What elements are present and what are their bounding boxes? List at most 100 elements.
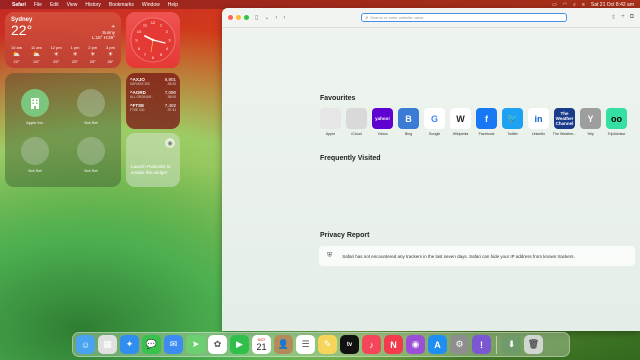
contacts-icon[interactable]: 👤 xyxy=(274,335,293,354)
calendar-icon[interactable]: OCT 21 xyxy=(252,335,271,354)
hour-temp: 26° xyxy=(107,59,114,64)
contact-slot[interactable]: Not Set xyxy=(21,137,49,173)
chevron-down-icon[interactable]: ⌄ xyxy=(264,14,269,21)
facetime-icon[interactable]: ▶ xyxy=(230,335,249,354)
menu-help[interactable]: Help xyxy=(168,2,178,8)
hour-time: 2 pm xyxy=(88,45,98,50)
safari-icon[interactable]: ✦ xyxy=(120,335,139,354)
trash-glyph: 🗑 xyxy=(527,339,540,349)
music-icon[interactable]: ♪ xyxy=(362,335,381,354)
favourite-tile-icon: G xyxy=(424,108,445,129)
minimize-window-button[interactable] xyxy=(236,15,241,20)
back-icon[interactable]: ‹ xyxy=(275,15,277,21)
favourite-item[interactable]: f Facebook xyxy=(475,108,498,136)
share-icon[interactable]: ⇧ xyxy=(611,14,616,21)
sun-icon: ☀ xyxy=(53,52,59,58)
feedback-icon[interactable]: ! xyxy=(472,335,491,354)
finder-glyph: ☺ xyxy=(80,339,91,350)
news-icon[interactable]: N xyxy=(384,335,403,354)
launchpad-icon[interactable]: ▦ xyxy=(98,335,117,354)
building-icon xyxy=(21,89,49,117)
contact-slot[interactable]: Not Set xyxy=(77,137,105,173)
favourite-item[interactable]: 🐦 Twitter xyxy=(501,108,524,136)
maps-icon[interactable]: ➤ xyxy=(186,335,205,354)
weather-widget[interactable]: Sydney 22° ☀ Sunny L:16° H:26° 10 am ⛅ 2… xyxy=(5,12,121,68)
favourite-label: TripAdvisor xyxy=(607,132,626,136)
favourite-item[interactable]: G Google xyxy=(423,108,446,136)
favourite-item[interactable]: oo TripAdvisor xyxy=(605,108,628,136)
favourite-tile-icon xyxy=(320,108,341,129)
battery-icon[interactable]: ▭ xyxy=(552,2,557,8)
address-placeholder: Search or enter website name xyxy=(370,15,424,20)
podcasts-icon[interactable]: ◉ xyxy=(406,335,425,354)
contact-slot[interactable]: Not Set xyxy=(77,89,105,125)
control-center-icon[interactable]: ≡ xyxy=(582,2,585,8)
close-window-button[interactable] xyxy=(228,15,233,20)
search-icon: ⌕ xyxy=(365,14,369,21)
favourite-item[interactable]: The Weather Channel The Weather... xyxy=(553,108,576,136)
menu-window[interactable]: Window xyxy=(142,2,160,8)
podcasts-widget[interactable]: ◉ Launch Podcasts to enable this widget xyxy=(126,133,180,187)
hour-time: 3 pm xyxy=(106,45,115,50)
menu-datetime[interactable]: Sat 21 Oct 8:42 am xyxy=(591,2,634,8)
favourite-item[interactable]: in LinkedIn xyxy=(527,108,550,136)
contact-label: Apple Inc. xyxy=(26,120,44,125)
new-tab-icon[interactable]: + xyxy=(621,14,625,21)
favourite-item[interactable]: W Wikipedia xyxy=(449,108,472,136)
zoom-window-button[interactable] xyxy=(244,15,249,20)
news-glyph: N xyxy=(390,339,397,350)
favourite-tile-icon: W xyxy=(450,108,471,129)
clock-widget[interactable]: 12 1 2 345 678 9 10 11 xyxy=(126,12,180,68)
contacts-widget[interactable]: Apple Inc. Not Set Not Set Not Set xyxy=(5,73,121,187)
dock: ☺ ▦ ✦ 💬 ✉ ➤ ✿ ▶ OCT 21 👤 ☰ ✎ tv ♪ N ◉ A ⚙! ⬇ 🗑 xyxy=(72,332,570,357)
finder-icon[interactable]: ☺ xyxy=(76,335,95,354)
contact-apple[interactable]: Apple Inc. xyxy=(21,89,49,125)
menu-bookmarks[interactable]: Bookmarks xyxy=(109,2,134,8)
stock-row[interactable]: ^FTSE FTSE 100 7,402 -97.41 xyxy=(130,103,176,112)
favourite-item[interactable]: Apple xyxy=(319,108,342,136)
menu-file[interactable]: File xyxy=(34,2,42,8)
favourite-label: Wikipedia xyxy=(452,132,469,136)
trash-icon[interactable]: 🗑 xyxy=(524,335,543,354)
menu-edit[interactable]: Edit xyxy=(50,2,59,8)
address-bar[interactable]: ⌕ Search or enter website name xyxy=(361,13,568,22)
favourite-item[interactable]: yahoo! Yahoo xyxy=(371,108,394,136)
tab-overview-icon[interactable]: ⧉ xyxy=(630,14,634,21)
stock-row[interactable]: ^AORD ALL ORDINAR... 7,090 -55.00 xyxy=(130,90,176,99)
sidebar-toggle-icon[interactable]: ▯ xyxy=(255,14,258,21)
stocks-widget[interactable]: ^AXJO S&P/ASX 200 6,901 -55.20 ^AORD ALL OR… xyxy=(126,73,180,129)
tv-icon[interactable]: tv xyxy=(340,335,359,354)
weather-hour: 11 am ⛅ 24° xyxy=(31,45,42,64)
favourite-label: Facebook xyxy=(478,132,495,136)
privacy-report-card[interactable]: ⛨ Safari has not encountered any tracker… xyxy=(319,246,635,266)
favourite-tile-icon: Y xyxy=(580,108,601,129)
notes-icon[interactable]: ✎ xyxy=(318,335,337,354)
photos-icon[interactable]: ✿ xyxy=(208,335,227,354)
menu-history[interactable]: History xyxy=(85,2,101,8)
menu-app-name[interactable]: Safari xyxy=(12,2,26,8)
reminders-icon[interactable]: ☰ xyxy=(296,335,315,354)
search-icon[interactable]: ⌕ xyxy=(573,2,576,8)
messages-icon[interactable]: 💬 xyxy=(142,335,161,354)
stock-name: FTSE 100 xyxy=(130,108,145,112)
toolbar-right: ⇧ + ⧉ xyxy=(611,14,634,21)
favourite-label: iCloud xyxy=(351,132,362,136)
stock-name: ALL ORDINAR... xyxy=(130,95,154,99)
downloads-icon[interactable]: ⬇ xyxy=(502,335,521,354)
app-store-glyph: A xyxy=(434,339,441,350)
menu-view[interactable]: View xyxy=(67,2,78,8)
safari-toolbar: ▯ ⌄ ‹ › ⌕ Search or enter website name ⇧… xyxy=(222,8,640,28)
hour-temp: 22° xyxy=(13,59,20,64)
forward-icon[interactable]: › xyxy=(283,15,285,21)
favourite-item[interactable]: iCloud xyxy=(345,108,368,136)
wifi-icon[interactable]: ◠ xyxy=(563,2,567,8)
contact-label: Not Set xyxy=(28,168,42,173)
favourite-item[interactable]: B Bing xyxy=(397,108,420,136)
app-store-icon[interactable]: A xyxy=(428,335,447,354)
stock-row[interactable]: ^AXJO S&P/ASX 200 6,901 -55.20 xyxy=(130,77,176,86)
maps-glyph: ➤ xyxy=(191,339,200,349)
system-settings-icon[interactable]: ⚙ xyxy=(450,335,469,354)
mail-icon[interactable]: ✉ xyxy=(164,335,183,354)
window-controls xyxy=(228,15,249,20)
favourite-item[interactable]: Y Yelp xyxy=(579,108,602,136)
